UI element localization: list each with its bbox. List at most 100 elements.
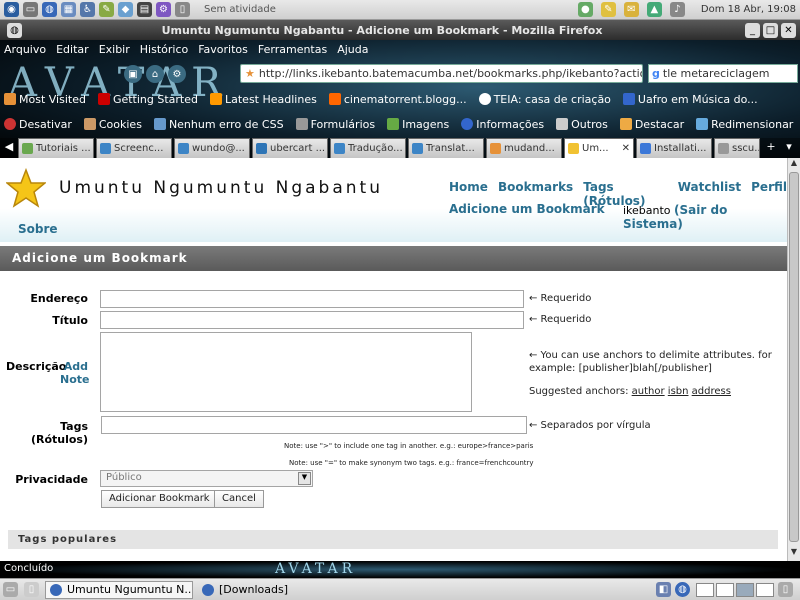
extension-icon[interactable]: ▣ — [124, 65, 142, 83]
notes-icon[interactable]: ✎ — [600, 2, 616, 17]
tab-favicon-icon — [490, 143, 501, 154]
tab-installation[interactable]: Installati... — [636, 138, 712, 158]
window-titlebar[interactable]: ◍ Umuntu Ngumuntu Ngabantu - Adicione um… — [0, 20, 800, 40]
webdev-images[interactable]: Imagens — [387, 117, 449, 131]
search-bar[interactable]: g tle metareciclagem — [648, 64, 798, 83]
window-menu-icon[interactable]: ◍ — [7, 22, 22, 38]
tab-wundo[interactable]: wundo@... — [174, 138, 250, 158]
update-icon[interactable]: ● — [577, 2, 593, 17]
menu-historico[interactable]: Histórico — [140, 43, 188, 56]
bookmark-cinematorrent[interactable]: cinematorrent.blogg... — [328, 92, 467, 106]
maximize-button[interactable]: □ — [763, 22, 778, 38]
privacy-select[interactable]: Público ▼ — [100, 470, 313, 487]
bookmark-teia[interactable]: TEIA: casa de criação — [478, 92, 611, 106]
window-icon[interactable]: ▭ — [23, 2, 38, 17]
title-label: Título — [52, 314, 88, 327]
menu-editar[interactable]: Editar — [56, 43, 89, 56]
site-title[interactable]: Umuntu Ngumuntu Ngabantu — [59, 178, 383, 198]
section-title: Adicione um Bookmark — [0, 246, 787, 271]
tab-tutoriais[interactable]: Tutoriais ... — [18, 138, 94, 158]
workspace-3[interactable] — [736, 582, 754, 597]
tray-browser-icon[interactable]: ◍ — [675, 582, 690, 597]
menu-exibir[interactable]: Exibir — [99, 43, 130, 56]
add-bookmark-button[interactable]: Adicionar Bookmark — [101, 490, 218, 508]
webdev-css[interactable]: Nenhum erro de CSS — [153, 117, 284, 131]
accessibility-icon[interactable]: ♿ — [80, 2, 95, 17]
scroll-down-icon[interactable]: ▼ — [788, 547, 800, 560]
scrollbar-thumb[interactable] — [789, 172, 799, 542]
address-required-hint: ← Requerido — [529, 293, 592, 304]
webdev-misc[interactable]: Outros — [556, 117, 608, 131]
minimize-button[interactable]: _ — [745, 22, 760, 38]
media-launcher-icon[interactable]: ▤ — [137, 2, 152, 17]
tab-scroll-left-icon[interactable]: ◀ — [2, 140, 16, 156]
clock[interactable]: Dom 18 Abr, 19:08 — [701, 4, 796, 15]
menu-ferramentas[interactable]: Ferramentas — [258, 43, 327, 56]
webdev-disable[interactable]: Desativar — [4, 117, 72, 131]
tab-translate[interactable]: Translat... — [408, 138, 484, 158]
tab-mudando[interactable]: mudand... — [486, 138, 562, 158]
tags-field[interactable] — [101, 416, 527, 434]
page-scrollbar[interactable]: ▲ ▼ — [787, 158, 800, 561]
tab-ubercart[interactable]: ubercart ... — [252, 138, 328, 158]
new-tab-icon[interactable]: + — [764, 140, 778, 156]
network-icon[interactable]: ▲ — [646, 2, 662, 17]
cancel-button[interactable]: Cancel — [214, 490, 264, 508]
menu-favoritos[interactable]: Favoritos — [198, 43, 248, 56]
tray-app-icon[interactable]: ◧ — [656, 582, 671, 597]
webdev-cookies[interactable]: Cookies — [83, 117, 142, 131]
trash-bin-icon[interactable]: ▯ — [778, 582, 793, 597]
webdev-resize[interactable]: Redimensionar — [696, 117, 793, 131]
home-icon[interactable]: ⌂ — [146, 65, 164, 83]
system-menu-icon[interactable]: ◉ — [4, 2, 19, 17]
tab-sscu[interactable]: sscu... — [714, 138, 760, 158]
anchor-isbn-link[interactable]: isbn — [668, 386, 689, 397]
add-note-link[interactable]: Add Note — [60, 360, 89, 386]
anchor-address-link[interactable]: address — [692, 386, 731, 397]
bookmark-most-visited[interactable]: Most Visited — [4, 92, 86, 106]
workspace-2[interactable] — [716, 582, 734, 597]
volume-icon[interactable]: ♪ — [669, 2, 685, 17]
taskbar-item-firefox[interactable]: Umuntu Ngumuntu N... — [45, 580, 193, 599]
network-launcher-icon[interactable]: ◆ — [118, 2, 133, 17]
url-bar[interactable]: ★ http://links.ikebanto.batemacumba.net/… — [240, 64, 643, 83]
tab-list-icon[interactable]: ▾ — [782, 140, 796, 156]
nav-add-bookmark[interactable]: Adicione um Bookmark — [449, 202, 605, 216]
bookmark-getting-started[interactable]: Getting Started — [97, 92, 198, 106]
mail-icon[interactable]: ✉ — [623, 2, 639, 17]
trash-icon[interactable]: ▯ — [24, 582, 39, 597]
menubar: Arquivo Editar Exibir Histórico Favorito… — [0, 40, 800, 58]
tab-traducao[interactable]: Tradução... — [330, 138, 406, 158]
scroll-up-icon[interactable]: ▲ — [788, 158, 800, 171]
google-icon[interactable]: g — [652, 67, 660, 80]
privacy-value: Público — [106, 472, 142, 483]
tools-launcher-icon[interactable]: ✎ — [99, 2, 114, 17]
workspace-1[interactable] — [696, 582, 714, 597]
bookmark-uafro[interactable]: Uafro em Música do... — [622, 92, 758, 106]
anchor-author-link[interactable]: author — [632, 386, 665, 397]
tab-umuntu[interactable]: Um... ✕ — [564, 138, 634, 158]
webdev-forms[interactable]: Formulários — [295, 117, 375, 131]
title-field[interactable] — [100, 311, 524, 329]
tab-screencast[interactable]: Screenc... — [96, 138, 172, 158]
webdev-information[interactable]: Informações — [461, 117, 544, 131]
files-launcher-icon[interactable]: ▦ — [61, 2, 76, 17]
gear-icon[interactable]: ⚙ — [156, 2, 171, 17]
bookmark-latest-headlines[interactable]: Latest Headlines — [210, 92, 317, 106]
show-desktop-icon[interactable]: ▭ — [3, 582, 18, 597]
nav-about[interactable]: Sobre — [18, 222, 58, 236]
browser-launcher-icon[interactable]: ◍ — [42, 2, 57, 17]
terminal-launcher-icon[interactable]: ▯ — [175, 2, 190, 17]
tab-close-icon[interactable]: ✕ — [622, 143, 630, 154]
workspace-4[interactable] — [756, 582, 774, 597]
menu-ajuda[interactable]: Ajuda — [337, 43, 368, 56]
taskbar-item-downloads[interactable]: [Downloads] — [197, 581, 337, 599]
menu-arquivo[interactable]: Arquivo — [4, 43, 46, 56]
gear-icon[interactable]: ⚙ — [168, 65, 186, 83]
webdev-outline[interactable]: Destacar — [619, 117, 684, 131]
star-logo-icon[interactable] — [6, 168, 46, 208]
address-field[interactable] — [100, 290, 524, 308]
description-textarea[interactable] — [100, 332, 472, 412]
close-button[interactable]: ✕ — [781, 22, 796, 38]
chevron-down-icon[interactable]: ▼ — [298, 472, 311, 485]
